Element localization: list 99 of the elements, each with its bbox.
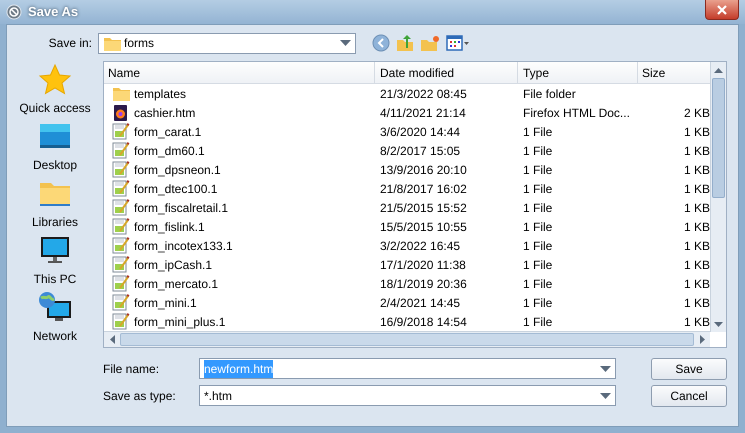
table-cell-text: 1 KB <box>682 162 711 178</box>
save-as-type-field[interactable]: *.htm <box>199 385 616 406</box>
file-name[interactable]: form_fislink.1 <box>134 218 205 236</box>
table-cell-text: 1 KB <box>682 200 711 216</box>
window-title: Save As <box>28 3 78 22</box>
file-name[interactable]: cashier.htm <box>134 104 196 122</box>
table-cell-text: 1 KB <box>682 124 711 140</box>
table-cell-text: 21/8/2017 16:02 <box>379 180 468 198</box>
table-cell-text: 1 KB <box>682 180 711 198</box>
table-cell-text: Firefox HTML Doc... <box>522 104 631 122</box>
table-cell-text: 1 KB <box>682 218 711 236</box>
table-cell-text: 1 KB <box>682 276 711 292</box>
text-file-icon <box>112 275 130 292</box>
horizontal-scrollbar[interactable] <box>104 331 710 347</box>
table-cell-text: 2/4/2021 14:45 <box>379 294 462 312</box>
back-icon[interactable] <box>372 34 390 52</box>
file-name[interactable]: form_mercato.1 <box>134 274 218 292</box>
window-icon <box>6 4 22 20</box>
view-menu-icon[interactable] <box>446 34 470 52</box>
quick-access-item[interactable]: Quick access <box>10 63 100 120</box>
star-icon <box>37 63 73 95</box>
table-cell-text: 1 KB <box>682 142 711 160</box>
file-name[interactable]: form_fiscalretail.1 <box>134 198 228 216</box>
file-name[interactable]: form_mini_plus.1 <box>134 312 226 330</box>
text-file-icon <box>112 180 130 197</box>
file-name[interactable]: form_ipCash.1 <box>134 256 212 274</box>
dropdown-arrow-icon <box>340 40 351 46</box>
table-cell-text: 1 KB <box>682 256 711 274</box>
table-cell-text: 13/9/2016 20:10 <box>379 162 468 178</box>
column-header[interactable]: Type <box>518 62 638 83</box>
text-file-icon <box>112 294 130 311</box>
table-cell-text: 1 File <box>522 314 554 330</box>
save-as-type-label: Save as type: <box>103 388 177 404</box>
table-cell-text: 3/2/2022 16:45 <box>379 238 462 254</box>
file-name[interactable]: form_carat.1 <box>134 122 202 140</box>
up-folder-icon[interactable] <box>396 34 414 52</box>
table-cell-text: 8/2/2017 15:05 <box>379 142 462 160</box>
table-cell-text: 17/1/2020 11:38 <box>379 256 467 274</box>
file-name[interactable]: form_dtec100.1 <box>134 180 218 198</box>
table-cell-text: 16/9/2018 14:54 <box>379 314 468 330</box>
table-cell-text: 1 File <box>522 180 554 198</box>
table-cell-text: 3/6/2020 14:44 <box>379 124 462 140</box>
table-cell-text: 1 File <box>522 256 554 274</box>
table-cell-text: 21/5/2015 15:52 <box>379 200 468 216</box>
scroll-left-icon[interactable] <box>110 335 114 344</box>
file-name-label: File name: <box>103 360 160 378</box>
table-cell-text: 1 File <box>522 218 554 236</box>
close-button[interactable] <box>705 0 739 20</box>
scroll-right-icon[interactable] <box>700 335 704 344</box>
table-cell-text: 1 File <box>522 294 554 312</box>
text-file-icon <box>112 199 130 216</box>
table-cell-text: 1 KB <box>682 294 711 312</box>
save-button[interactable]: Save <box>651 358 727 380</box>
table-cell-text: 18/1/2019 20:36 <box>379 276 468 292</box>
table-cell-text: 1 KB <box>682 238 711 254</box>
sidebar-item[interactable]: Network <box>10 291 100 348</box>
folder-icon <box>112 85 130 102</box>
table-cell-text: 4/11/2021 21:14 <box>379 104 467 122</box>
sidebar-item[interactable]: Libraries <box>10 177 100 234</box>
text-file-icon <box>112 218 130 235</box>
text-file-icon <box>112 142 130 159</box>
file-name[interactable]: form_incotex133.1 <box>134 236 233 254</box>
column-header[interactable]: Name <box>104 62 375 83</box>
table-cell-text: 1 KB <box>682 314 711 330</box>
file-name[interactable]: form_dm60.1 <box>134 142 205 160</box>
network-icon <box>37 291 73 323</box>
scroll-up-icon[interactable] <box>714 68 723 72</box>
browser-document-icon <box>112 104 130 121</box>
sidebar-item[interactable]: Desktop <box>10 120 100 177</box>
folder-icon <box>103 35 121 51</box>
table-cell-text: 1 File <box>522 142 554 160</box>
file-name[interactable]: templates <box>134 84 186 102</box>
cancel-button[interactable]: Cancel <box>651 385 727 407</box>
table-cell-text: 21/3/2022 08:45 <box>379 86 468 102</box>
table-cell-text: 15/5/2015 10:55 <box>379 218 468 236</box>
sidebar-item[interactable]: This PC <box>10 234 100 291</box>
table-cell-text: 1 File <box>522 238 554 254</box>
table-cell-text: 1 File <box>522 200 554 216</box>
table-cell-text: 1 File <box>522 276 554 292</box>
table-cell-text: 1 File <box>522 162 554 178</box>
scroll-down-icon[interactable] <box>714 322 723 326</box>
text-file-icon <box>112 237 130 254</box>
dropdown-arrow-icon <box>600 392 611 398</box>
new-folder-icon[interactable] <box>420 34 440 52</box>
save-in-label: Save in: <box>48 35 93 52</box>
vertical-scrollbar[interactable] <box>710 62 726 332</box>
text-file-icon <box>112 313 130 330</box>
file-name[interactable]: form_mini.1 <box>134 294 197 312</box>
column-header[interactable]: Date modified <box>375 62 518 83</box>
dropdown-arrow-icon <box>600 366 611 372</box>
table-cell-text: 2 KB <box>682 104 711 122</box>
text-file-icon <box>112 256 130 273</box>
file-name[interactable]: form_dpsneon.1 <box>134 160 221 178</box>
text-file-icon <box>112 161 130 178</box>
text-file-icon <box>112 123 130 140</box>
close-icon <box>717 4 727 14</box>
table-cell-text: 1 File <box>522 124 554 140</box>
save-in-dropdown[interactable]: forms <box>98 32 356 54</box>
table-cell-text: File folder <box>522 86 577 102</box>
